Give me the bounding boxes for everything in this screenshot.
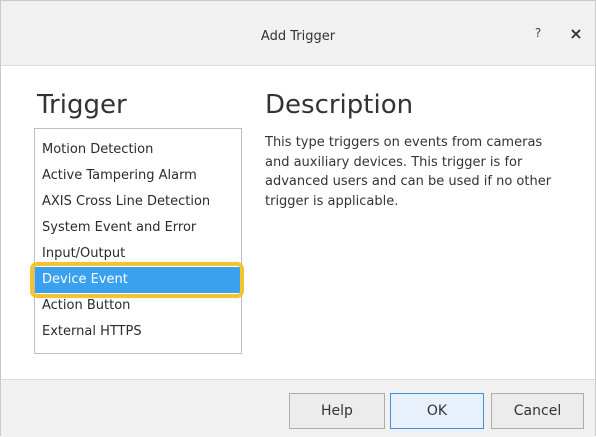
trigger-item-active-tampering-alarm[interactable]: Active Tampering Alarm [35,163,241,189]
trigger-item-action-button[interactable]: Action Button [35,293,241,319]
ok-button[interactable]: OK [390,393,484,429]
description-heading: Description [265,90,414,120]
trigger-item-system-event-and-error[interactable]: System Event and Error [35,215,241,241]
trigger-list[interactable]: Motion Detection Active Tampering Alarm … [34,128,242,354]
description-text: This type triggers on events from camera… [265,135,552,209]
trigger-item-external-https[interactable]: External HTTPS [35,319,241,345]
dialog-titlebar: Add Trigger ? × [1,1,595,66]
dialog-title: Add Trigger [260,29,336,44]
trigger-item-input-output[interactable]: Input/Output [35,241,241,267]
trigger-item-motion-detection[interactable]: Motion Detection [35,137,241,163]
question-icon[interactable]: ? [531,26,545,40]
cancel-button[interactable]: Cancel [491,393,584,429]
trigger-item-axis-cross-line-detection[interactable]: AXIS Cross Line Detection [35,189,241,215]
close-icon[interactable]: × [568,24,584,43]
help-button[interactable]: Help [289,393,385,429]
trigger-item-device-event[interactable]: Device Event [35,267,241,293]
add-trigger-dialog: Add Trigger ? × Trigger Description Moti… [0,0,596,437]
trigger-heading: Trigger [37,90,127,120]
